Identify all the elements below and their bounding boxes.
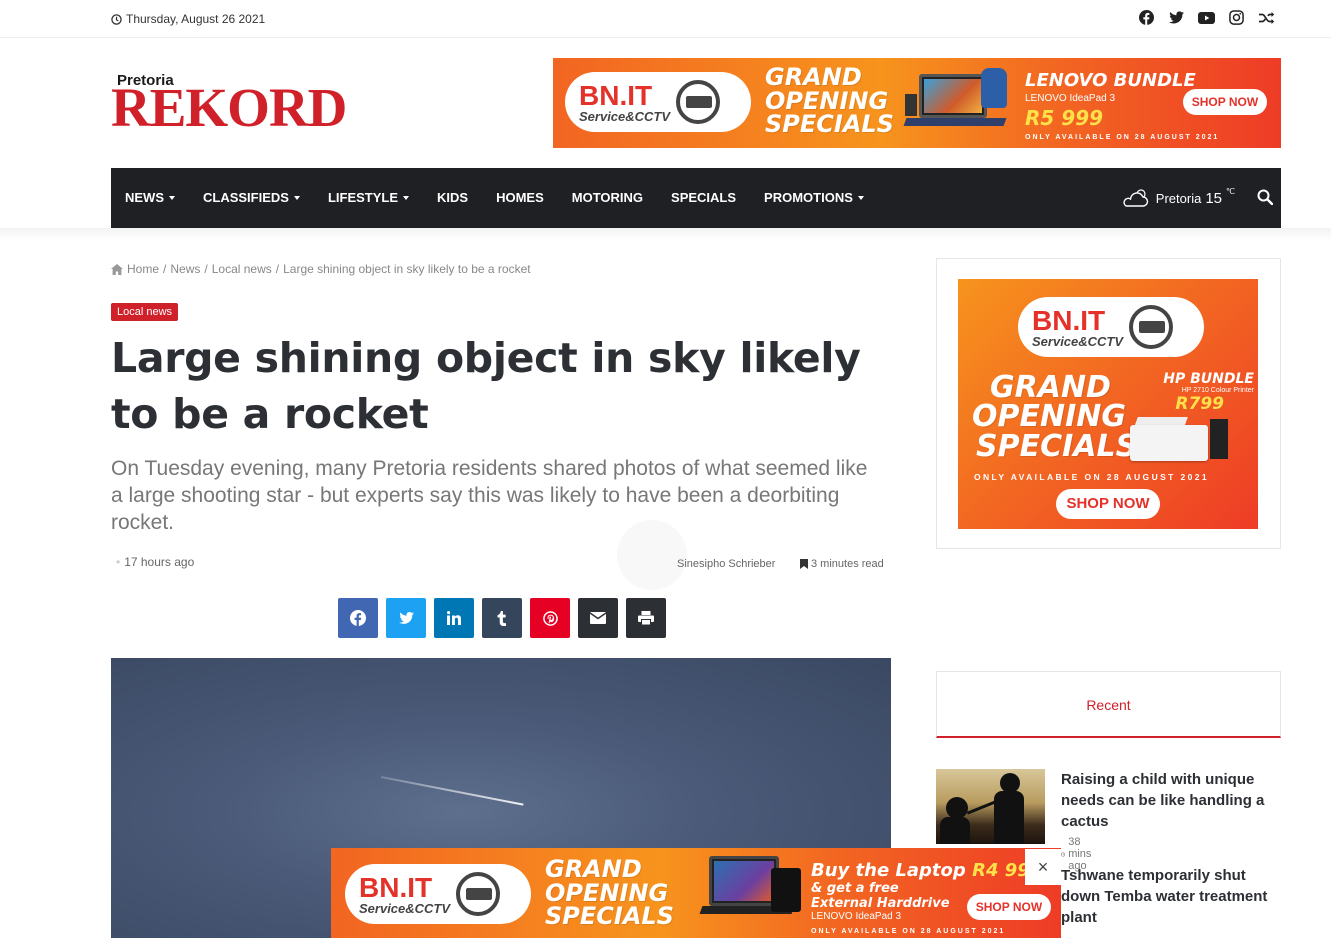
bookmark-icon — [800, 559, 808, 569]
nav-item-kids[interactable]: KIDS — [423, 168, 482, 228]
laptop-image — [903, 68, 1009, 136]
breadcrumb-local-news[interactable]: Local news — [212, 262, 272, 276]
share-linkedin-button[interactable] — [434, 598, 474, 638]
nav-item-classifieds[interactable]: CLASSIFIEDS — [189, 168, 314, 228]
grand-opening-specials: GRAND OPENING SPECIALS — [972, 370, 1138, 464]
product-info: LENOVO BUNDLE LENOVO IdeaPad 3 R5 999 — [1025, 70, 1196, 130]
chevron-down-icon — [857, 196, 864, 200]
nav-item-specials[interactable]: SPECIALS — [657, 168, 750, 228]
author-avatar — [617, 520, 687, 590]
breadcrumb: Home / News / Local news / Large shining… — [111, 262, 531, 276]
nav-item-news[interactable]: NEWS — [111, 168, 189, 228]
tumblr-icon — [497, 610, 506, 626]
pinterest-icon — [542, 610, 558, 626]
social-links — [1138, 9, 1275, 26]
grand-opening-specials: GRAND OPENING SPECIALS — [765, 63, 894, 139]
laptop-image — [699, 856, 811, 934]
breadcrumb-separator: / — [275, 262, 280, 276]
shop-now-button[interactable]: SHOP NOW — [1056, 489, 1160, 519]
logo-big-text: REKORD — [111, 77, 347, 138]
post-time: • 17 hours ago — [116, 555, 195, 569]
cloud-sun-icon — [1123, 189, 1148, 207]
breadcrumb-current: Large shining object in sky likely to be… — [283, 262, 531, 276]
share-email-button[interactable] — [578, 598, 618, 638]
breadcrumb-home[interactable]: Home — [127, 262, 159, 276]
share-facebook-button[interactable] — [338, 598, 378, 638]
main-navigation: NEWS CLASSIFIEDS LIFESTYLE KIDS HOMES MO… — [111, 168, 1281, 228]
share-tumblr-button[interactable] — [482, 598, 522, 638]
close-icon: × — [1037, 856, 1049, 877]
nav-menu: NEWS CLASSIFIEDS LIFESTYLE KIDS HOMES MO… — [111, 168, 878, 228]
bnit-logo: BN.IT Service&CCTV — [1018, 297, 1204, 357]
random-icon[interactable] — [1258, 9, 1275, 26]
sticky-bottom-ad[interactable]: BN.IT Service&CCTV GRAND OPENING SPECIAL… — [331, 848, 1061, 938]
reading-time: 3 minutes read — [800, 558, 884, 570]
home-icon — [111, 263, 123, 275]
share-twitter-button[interactable] — [386, 598, 426, 638]
product-info: HP BUNDLE HP 2710 Colour Printer R799 — [1163, 371, 1254, 414]
fine-print: ONLY AVAILABLE ON 28 AUGUST 2021 — [811, 928, 1006, 935]
twitter-icon[interactable] — [1168, 9, 1185, 26]
recent-tab[interactable]: Recent — [936, 671, 1281, 738]
printer-image — [1130, 417, 1228, 463]
grand-opening-specials: GRAND OPENING SPECIALS — [545, 855, 674, 931]
email-icon — [590, 612, 606, 624]
sidebar-banner-ad[interactable]: BN.IT Service&CCTV GRAND OPENING SPECIAL… — [958, 279, 1258, 529]
recent-label: Recent — [1086, 697, 1131, 713]
instagram-icon[interactable] — [1228, 9, 1245, 26]
site-logo[interactable]: Pretoria REKORD — [111, 72, 347, 135]
weather-city: Pretoria — [1155, 190, 1202, 206]
weather-temp: 15 — [1205, 189, 1223, 207]
breadcrumb-separator: / — [163, 262, 167, 276]
twitter-icon — [398, 612, 414, 624]
fine-print: ONLY AVAILABLE ON 28 AUGUST 2021 — [974, 472, 1210, 482]
fine-print: ONLY AVAILABLE ON 28 AUGUST 2021 — [1025, 134, 1220, 141]
cctv-icon — [676, 80, 721, 124]
header-shadow — [0, 228, 1331, 240]
cctv-icon — [456, 872, 501, 916]
breadcrumb-separator: / — [204, 262, 208, 276]
clock-icon — [111, 13, 122, 25]
date-text: Thursday, August 26 2021 — [126, 12, 266, 26]
clock-icon — [1061, 851, 1066, 857]
weather-widget: Pretoria 15 ℃ — [1120, 168, 1235, 228]
header-banner-ad[interactable]: BN.IT Service&CCTV GRAND OPENING SPECIAL… — [553, 58, 1281, 148]
youtube-icon[interactable] — [1198, 9, 1215, 26]
top-bar: Thursday, August 26 2021 — [0, 0, 1331, 38]
share-print-button[interactable] — [626, 598, 666, 638]
linkedin-icon — [447, 611, 461, 625]
weather-unit: ℃ — [1226, 186, 1235, 196]
chevron-down-icon — [293, 196, 300, 200]
article-title: Large shining object in sky likely to be… — [111, 334, 861, 438]
post-title[interactable]: Tshwane temporarily shut down Temba wate… — [1061, 865, 1281, 928]
breadcrumb-news[interactable]: News — [170, 262, 200, 276]
nav-item-promotions[interactable]: PROMOTIONS — [750, 168, 878, 228]
search-icon — [1257, 189, 1274, 206]
nav-item-lifestyle[interactable]: LIFESTYLE — [314, 168, 423, 228]
date-display: Thursday, August 26 2021 — [111, 12, 265, 26]
close-ad-button[interactable]: × — [1025, 849, 1061, 885]
print-icon — [638, 611, 654, 625]
author-link[interactable]: Sinesipho Schrieber — [677, 558, 775, 570]
cctv-icon — [1129, 305, 1174, 349]
bnit-logo: BN.IT Service&CCTV — [345, 864, 531, 924]
chevron-down-icon — [169, 196, 175, 200]
bnit-logo: BN.IT Service&CCTV — [565, 72, 751, 132]
search-button[interactable] — [1257, 189, 1274, 210]
shop-now-button[interactable]: SHOP NOW — [1183, 89, 1267, 115]
category-badge[interactable]: Local news — [111, 303, 179, 321]
rocket-trail — [380, 776, 524, 806]
article-excerpt: On Tuesday evening, many Pretoria reside… — [111, 457, 868, 534]
post-thumbnail[interactable] — [936, 769, 1045, 844]
post-title[interactable]: Raising a child with unique needs can be… — [1061, 769, 1281, 832]
share-buttons — [338, 598, 666, 638]
nav-item-motoring[interactable]: MOTORING — [558, 168, 657, 228]
nav-item-homes[interactable]: HOMES — [482, 168, 558, 228]
chevron-down-icon — [403, 196, 410, 200]
facebook-icon[interactable] — [1138, 9, 1155, 26]
facebook-icon — [350, 610, 366, 626]
share-pinterest-button[interactable] — [530, 598, 570, 638]
shop-now-button[interactable]: SHOP NOW — [967, 894, 1051, 920]
